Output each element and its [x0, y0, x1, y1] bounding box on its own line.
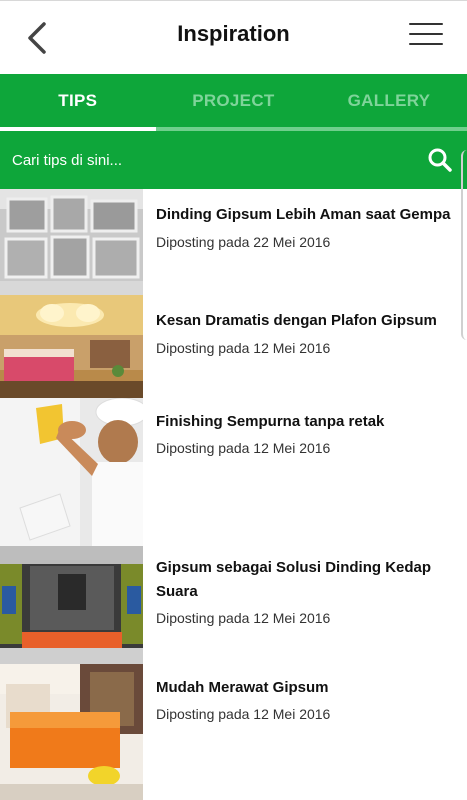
article-date: Diposting pada 22 Mei 2016 [156, 234, 331, 250]
article-list: Dinding Gipsum Lebih Aman saat Gempa Dip… [0, 189, 467, 800]
page-title: Inspiration [177, 21, 290, 46]
article-thumbnail-plasterer [0, 398, 143, 546]
article-date: Diposting pada 12 Mei 2016 [156, 440, 331, 456]
article-item[interactable]: Kesan Dramatis dengan Plafon Gipsum Dipo… [0, 295, 467, 398]
article-item[interactable]: Mudah Merawat Gipsum Diposting pada 12 M… [0, 664, 467, 800]
article-item[interactable]: Dinding Gipsum Lebih Aman saat Gempa Dip… [0, 189, 467, 295]
article-title: Kesan Dramatis dengan Plafon Gipsum [156, 312, 437, 329]
tab-bar: TIPS PROJECT GALLERY [0, 74, 467, 131]
article-date: Diposting pada 12 Mei 2016 [156, 340, 331, 356]
chevron-left-icon [28, 22, 46, 54]
article-item[interactable]: Finishing Sempurna tanpa retak Diposting… [0, 398, 467, 546]
hamburger-menu-icon [409, 23, 443, 45]
article-date: Diposting pada 12 Mei 2016 [156, 610, 331, 626]
search-button[interactable] [427, 147, 453, 173]
search-bar [0, 131, 467, 189]
article-thumbnail-bedroom-ceiling [0, 295, 143, 398]
article-title: Mudah Merawat Gipsum [156, 679, 329, 696]
article-title: Gipsum sebagai Solusi Dinding Kedap Suar… [156, 559, 432, 600]
tab-tips[interactable]: TIPS [0, 74, 156, 127]
article-thumbnail-media-room [0, 546, 143, 664]
tab-project[interactable]: PROJECT [156, 74, 312, 127]
article-thumbnail-drywall-panels [0, 189, 143, 295]
article-title: Dinding Gipsum Lebih Aman saat Gempa [156, 206, 451, 223]
app-bar: Inspiration [0, 0, 467, 74]
article-title: Finishing Sempurna tanpa retak [156, 413, 385, 430]
back-button[interactable] [22, 19, 52, 57]
article-item[interactable]: Gipsum sebagai Solusi Dinding Kedap Suar… [0, 546, 467, 664]
search-input[interactable] [12, 143, 412, 177]
hamburger-menu-button[interactable] [409, 23, 443, 51]
search-icon [428, 148, 452, 172]
article-date: Diposting pada 12 Mei 2016 [156, 706, 331, 722]
tab-gallery[interactable]: GALLERY [311, 74, 467, 127]
article-thumbnail-orange-sofa [0, 664, 143, 800]
